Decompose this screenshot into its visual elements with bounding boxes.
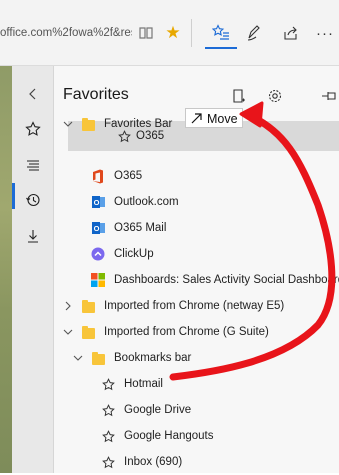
microsoft-icon	[90, 272, 106, 288]
favorite-label: O365	[114, 170, 143, 182]
favorites-star-icon[interactable]	[12, 113, 54, 145]
favorite-row-google-drive[interactable]: Google Drive	[54, 397, 339, 423]
clickup-icon	[90, 246, 106, 262]
favorites-panel: Favorites Favorites Bar O365 Move O365 O…	[54, 66, 339, 473]
favorite-row-google-hangouts[interactable]: Google Hangouts	[54, 423, 339, 449]
favorite-row-hotmail[interactable]: Hotmail	[54, 371, 339, 397]
favorite-row-clickup[interactable]: ClickUp	[54, 241, 339, 267]
favorite-label: ClickUp	[114, 248, 154, 260]
chevron-right-icon[interactable]	[62, 293, 74, 319]
history-icon[interactable]	[12, 184, 54, 216]
favorite-row-inbox[interactable]: Inbox (690)	[54, 449, 339, 475]
favorite-label: Hotmail	[124, 378, 163, 390]
reading-view-icon[interactable]	[138, 25, 154, 41]
star-icon	[100, 454, 116, 470]
outlook-icon: O	[90, 220, 106, 236]
folder-label: Imported from Chrome (G Suite)	[104, 326, 269, 338]
favorite-row-o365[interactable]: O365	[54, 163, 339, 189]
folder-icon	[80, 298, 96, 314]
webpage-background	[0, 66, 12, 473]
move-drag-tooltip: Move	[185, 108, 243, 128]
chevron-down-icon[interactable]	[72, 345, 84, 371]
favorite-label: O365	[136, 130, 165, 142]
folder-row-bookmarks-bar[interactable]: Bookmarks bar	[54, 345, 339, 371]
folder-row-imported-netway[interactable]: Imported from Chrome (netway E5)	[54, 293, 339, 319]
chevron-down-icon[interactable]	[62, 319, 74, 345]
favorite-label: Dashboards: Sales Activity Social Dashbo…	[114, 274, 339, 286]
gear-icon[interactable]	[262, 83, 288, 109]
hub-rail	[12, 66, 54, 473]
pin-icon[interactable]	[317, 83, 339, 109]
new-folder-icon[interactable]	[226, 83, 252, 109]
pen-icon[interactable]	[239, 17, 271, 49]
folder-icon	[90, 350, 106, 366]
favorite-label: Google Drive	[124, 404, 192, 416]
downloads-icon[interactable]	[12, 220, 54, 252]
url-text: office.com%2fowa%2f&resc	[0, 27, 132, 39]
folder-label: Imported from Chrome (netway E5)	[104, 300, 285, 312]
favorite-label: Google Hangouts	[124, 430, 214, 442]
star-icon	[100, 402, 116, 418]
folder-row-imported-gsuite[interactable]: Imported from Chrome (G Suite)	[54, 319, 339, 345]
move-arrow-icon	[191, 113, 202, 124]
star-icon	[116, 128, 132, 144]
favorite-label: O365 Mail	[114, 222, 167, 234]
move-label: Move	[207, 112, 238, 126]
collapse-chevron-icon[interactable]	[12, 78, 54, 110]
toolbar-divider	[191, 19, 192, 47]
favorite-label: Inbox (690)	[124, 456, 183, 468]
favorite-label: Outlook.com	[114, 196, 179, 208]
star-icon	[100, 376, 116, 392]
share-icon[interactable]	[275, 17, 307, 49]
browser-toolbar: office.com%2fowa%2f&resc ★ ···	[0, 0, 339, 66]
add-favorite-star-icon[interactable]: ★	[163, 22, 183, 44]
reading-list-icon[interactable]	[12, 149, 54, 181]
office-icon	[90, 168, 106, 184]
favorite-row-dashboards[interactable]: Dashboards: Sales Activity Social Dashbo…	[54, 267, 339, 293]
folder-icon	[80, 324, 96, 340]
star-icon	[100, 428, 116, 444]
folder-label: Bookmarks bar	[114, 352, 192, 364]
more-options-icon[interactable]: ···	[309, 17, 339, 49]
address-bar-url[interactable]: office.com%2fowa%2f&resc	[0, 22, 132, 44]
favorites-hub-icon[interactable]	[205, 17, 237, 49]
hub-active-indicator	[205, 47, 237, 49]
svg-text:O: O	[93, 224, 99, 233]
svg-text:O: O	[93, 198, 99, 207]
panel-title: Favorites	[63, 86, 129, 103]
favorite-row-o365-mail[interactable]: O O365 Mail	[54, 215, 339, 241]
favorite-row-outlook[interactable]: O Outlook.com	[54, 189, 339, 215]
outlook-icon: O	[90, 194, 106, 210]
